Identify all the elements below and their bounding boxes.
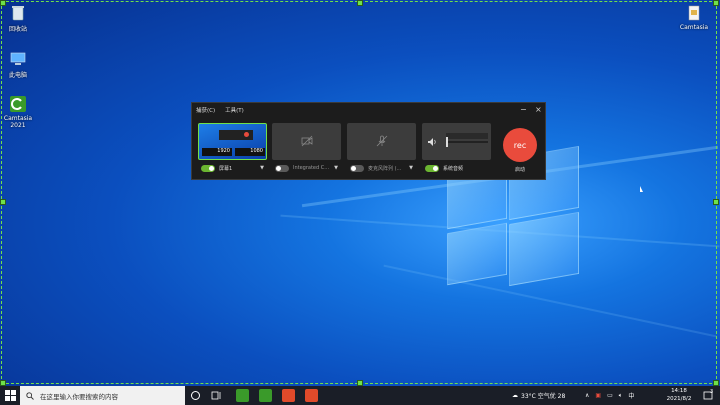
- speaker-icon: [428, 138, 436, 146]
- rec-button-label: rec: [513, 140, 527, 150]
- search-placeholder: 在这里输入你要搜索的内容: [40, 392, 118, 401]
- clock-date: 2021/8/2: [666, 396, 692, 402]
- microphone-controls: 麦克风阵列 (... ▼: [347, 161, 416, 175]
- mouse-cursor-icon: [640, 186, 643, 192]
- volume-slider[interactable]: [446, 141, 488, 143]
- system-audio-preview: [422, 123, 491, 160]
- camtasia-recorder-taskbar-icon[interactable]: [305, 389, 318, 402]
- preview-rec-icon: [244, 132, 249, 137]
- screen-toggle[interactable]: [201, 164, 215, 172]
- camtasia-tray-icon[interactable]: ▣: [595, 392, 601, 399]
- system-tray: ☁ 33°C 空气优 28: [512, 386, 565, 405]
- taskbar-search-box[interactable]: 在这里输入你要搜索的内容: [20, 386, 185, 405]
- chevron-up-icon[interactable]: ∧: [585, 392, 589, 399]
- system-audio-panel[interactable]: 系统音频: [422, 123, 491, 177]
- search-icon: [26, 391, 34, 400]
- camtasia-recorder: 捕获(C) 工具(T) − × 1920 1080 屏幕1 ▼ Integrat…: [191, 102, 546, 180]
- system-audio-toggle[interactable]: [425, 164, 439, 172]
- screen-height-value: 1080: [250, 148, 263, 154]
- camera-controls: Integrated C... ▼: [272, 161, 341, 175]
- recording-area-border[interactable]: [1, 1, 717, 384]
- taskbar: 在这里输入你要搜索的内容 ☁ 33°C 空气优 28 ∧ ▣ ▭ 🔈︎ 中 14…: [0, 386, 720, 405]
- notification-center-button[interactable]: 3: [702, 389, 716, 402]
- camera-preview: [272, 123, 341, 160]
- menu-tools[interactable]: 工具(T): [225, 106, 244, 114]
- resize-handle[interactable]: [0, 0, 6, 6]
- chevron-down-icon[interactable]: ▼: [334, 165, 338, 171]
- rec-caption: 启动: [514, 167, 525, 173]
- screen-width-value: 1920: [217, 148, 230, 154]
- desktop: 回收站 此电脑 Camtasia 2021 Camtasia 捕获(C) 工具(…: [0, 0, 720, 386]
- cortana-icon[interactable]: [189, 389, 202, 402]
- close-button[interactable]: ×: [535, 105, 542, 114]
- system-audio-label: 系统音频: [443, 165, 464, 172]
- recorder-menu-bar: 捕获(C) 工具(T) − ×: [192, 103, 545, 117]
- chevron-down-icon[interactable]: ▼: [409, 165, 413, 171]
- notification-count: 3: [710, 389, 714, 395]
- menu-capture[interactable]: 捕获(C): [196, 106, 215, 114]
- microphone-toggle[interactable]: [350, 164, 364, 172]
- camera-off-icon: [301, 135, 313, 147]
- screen-width-field[interactable]: 1920: [202, 148, 232, 156]
- camera-toggle[interactable]: [275, 164, 289, 172]
- microphone-label: 麦克风阵列 (...: [368, 165, 402, 172]
- screen-label: 屏幕1: [219, 165, 233, 172]
- resize-handle[interactable]: [357, 0, 363, 6]
- camtasia-recorder-taskbar-icon[interactable]: [282, 389, 295, 402]
- rec-button[interactable]: rec: [503, 128, 537, 162]
- screen-preview[interactable]: 1920 1080: [198, 123, 267, 160]
- resize-handle[interactable]: [713, 0, 719, 6]
- resize-handle[interactable]: [0, 199, 6, 205]
- tray-icons: ∧ ▣ ▭ 🔈︎ 中: [585, 386, 634, 405]
- volume-meter: [446, 133, 488, 139]
- camera-label: Integrated C...: [293, 165, 330, 171]
- camtasia-taskbar-icon[interactable]: [236, 389, 249, 402]
- weather-icon[interactable]: ☁: [512, 392, 518, 399]
- weather-text[interactable]: 33°C 空气优 28: [521, 391, 565, 400]
- volume-thumb[interactable]: [446, 137, 448, 147]
- camera-panel[interactable]: Integrated C... ▼: [272, 123, 341, 177]
- ime-indicator[interactable]: 中: [628, 391, 634, 400]
- screen-height-field[interactable]: 1080: [235, 148, 265, 156]
- camtasia-taskbar-icon[interactable]: [259, 389, 272, 402]
- clock-time: 14:18: [671, 388, 687, 394]
- task-view-icon[interactable]: [210, 389, 223, 402]
- microphone-preview: [347, 123, 416, 160]
- system-audio-controls: 系统音频: [422, 161, 491, 175]
- minimize-button[interactable]: −: [520, 105, 527, 114]
- network-icon[interactable]: ▭: [607, 392, 613, 399]
- microphone-off-icon: [376, 135, 388, 147]
- resize-handle[interactable]: [713, 199, 719, 205]
- chevron-down-icon[interactable]: ▼: [260, 165, 264, 171]
- microphone-panel[interactable]: 麦克风阵列 (... ▼: [347, 123, 416, 177]
- screen-panel[interactable]: 1920 1080 屏幕1 ▼: [198, 123, 267, 177]
- screen-controls: 屏幕1 ▼: [198, 161, 267, 175]
- taskbar-clock[interactable]: 14:18 2021/8/2: [662, 387, 696, 403]
- volume-icon[interactable]: 🔈︎: [619, 392, 623, 400]
- windows-start-icon[interactable]: [5, 390, 16, 401]
